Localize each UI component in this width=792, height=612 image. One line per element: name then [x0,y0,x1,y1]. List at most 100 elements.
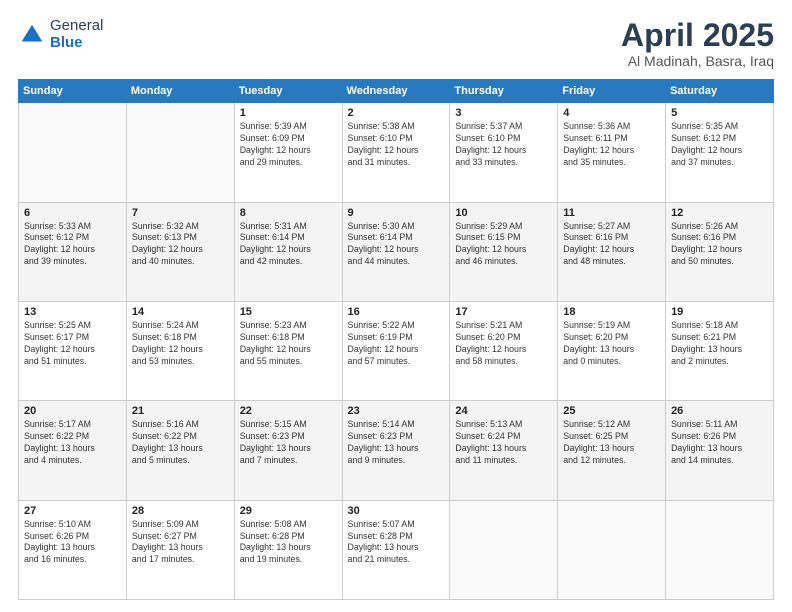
calendar-cell: 25 Sunrise: 5:12 AM Sunset: 6:25 PM Dayli… [558,401,666,500]
day-number: 16 [348,306,445,318]
day-detail: Sunrise: 5:24 AM Sunset: 6:18 PM Dayligh… [132,320,229,368]
day-detail: Sunrise: 5:27 AM Sunset: 6:16 PM Dayligh… [563,221,660,269]
calendar-cell: 24Sunrise: 5:13 AM Sunset: 6:24 PM Dayli… [450,401,558,500]
page: General Blue April 2025 Al Madinah, Basr… [0,0,792,612]
day-detail: Sunrise: 5:35 AM Sunset: 6:12 PM Dayligh… [671,121,768,169]
day-detail: Sunrise: 5:25 AM Sunset: 6:17 PM Dayligh… [24,320,121,368]
logo-text: General Blue [50,18,103,51]
day-detail: Sunrise: 5:19 AM Sunset: 6:20 PM Dayligh… [563,320,660,368]
calendar-cell: 27Sunrise: 5:10 AM Sunset: 6:26 PM Dayli… [19,500,127,599]
day-number: 23 [348,405,445,417]
calendar-cell: 9Sunrise: 5:30 AM Sunset: 6:14 PM Daylig… [342,202,450,301]
calendar-cell [450,500,558,599]
logo-icon [18,21,46,49]
calendar-cell: 22 Sunrise: 5:15 AM Sunset: 6:23 PM Dayli… [234,401,342,500]
day-detail: Sunrise: 5:26 AM Sunset: 6:16 PM Dayligh… [671,221,768,269]
header: General Blue April 2025 Al Madinah, Basr… [18,18,774,69]
day-detail: Sunrise: 5:15 AM Sunset: 6:23 PM Dayligh… [240,419,337,467]
day-number: 22 [240,405,337,417]
week-row-2: 6Sunrise: 5:33 AM Sunset: 6:12 PM Daylig… [19,202,774,301]
calendar-cell: 5 Sunrise: 5:35 AM Sunset: 6:12 PM Daylig… [666,103,774,202]
calendar-cell: 4Sunrise: 5:36 AM Sunset: 6:11 PM Daylig… [558,103,666,202]
calendar-cell: 6Sunrise: 5:33 AM Sunset: 6:12 PM Daylig… [19,202,127,301]
calendar-header: SundayMondayTuesdayWednesdayThursdayFrid… [19,80,774,103]
logo-general-text: General [50,18,103,35]
calendar-title: April 2025 [621,18,774,53]
calendar-cell: 26Sunrise: 5:11 AM Sunset: 6:26 PM Dayli… [666,401,774,500]
day-number: 11 [563,207,660,219]
day-detail: Sunrise: 5:22 AM Sunset: 6:19 PM Dayligh… [348,320,445,368]
logo: General Blue [18,18,103,51]
calendar-cell: 7 Sunrise: 5:32 AM Sunset: 6:13 PM Daylig… [126,202,234,301]
day-number: 19 [671,306,768,318]
day-detail: Sunrise: 5:30 AM Sunset: 6:14 PM Dayligh… [348,221,445,269]
calendar-cell: 17Sunrise: 5:21 AM Sunset: 6:20 PM Dayli… [450,301,558,400]
day-number: 3 [455,107,552,119]
day-number: 12 [671,207,768,219]
day-number: 13 [24,306,121,318]
day-detail: Sunrise: 5:09 AM Sunset: 6:27 PM Dayligh… [132,519,229,567]
col-header-wednesday: Wednesday [342,80,450,103]
day-detail: Sunrise: 5:18 AM Sunset: 6:21 PM Dayligh… [671,320,768,368]
day-number: 21 [132,405,229,417]
day-detail: Sunrise: 5:10 AM Sunset: 6:26 PM Dayligh… [24,519,121,567]
day-detail: Sunrise: 5:31 AM Sunset: 6:14 PM Dayligh… [240,221,337,269]
day-detail: Sunrise: 5:08 AM Sunset: 6:28 PM Dayligh… [240,519,337,567]
day-number: 2 [348,107,445,119]
day-detail: Sunrise: 5:13 AM Sunset: 6:24 PM Dayligh… [455,419,552,467]
day-detail: Sunrise: 5:33 AM Sunset: 6:12 PM Dayligh… [24,221,121,269]
calendar-cell: 29 Sunrise: 5:08 AM Sunset: 6:28 PM Dayli… [234,500,342,599]
day-number: 5 [671,107,768,119]
day-number: 14 [132,306,229,318]
calendar-cell: 3Sunrise: 5:37 AM Sunset: 6:10 PM Daylig… [450,103,558,202]
day-detail: Sunrise: 5:16 AM Sunset: 6:22 PM Dayligh… [132,419,229,467]
calendar-cell: 20Sunrise: 5:17 AM Sunset: 6:22 PM Dayli… [19,401,127,500]
calendar-cell: 30Sunrise: 5:07 AM Sunset: 6:28 PM Dayli… [342,500,450,599]
day-detail: Sunrise: 5:23 AM Sunset: 6:18 PM Dayligh… [240,320,337,368]
week-row-4: 20Sunrise: 5:17 AM Sunset: 6:22 PM Dayli… [19,401,774,500]
calendar-cell: 11 Sunrise: 5:27 AM Sunset: 6:16 PM Dayli… [558,202,666,301]
calendar-cell: 16 Sunrise: 5:22 AM Sunset: 6:19 PM Dayli… [342,301,450,400]
day-number: 4 [563,107,660,119]
calendar-cell: 2Sunrise: 5:38 AM Sunset: 6:10 PM Daylig… [342,103,450,202]
day-detail: Sunrise: 5:07 AM Sunset: 6:28 PM Dayligh… [348,519,445,567]
calendar-cell: 10 Sunrise: 5:29 AM Sunset: 6:15 PM Dayli… [450,202,558,301]
week-row-1: 1 Sunrise: 5:39 AM Sunset: 6:09 PM Daylig… [19,103,774,202]
day-detail: Sunrise: 5:39 AM Sunset: 6:09 PM Dayligh… [240,121,337,169]
day-detail: Sunrise: 5:29 AM Sunset: 6:15 PM Dayligh… [455,221,552,269]
day-number: 7 [132,207,229,219]
col-header-tuesday: Tuesday [234,80,342,103]
day-number: 25 [563,405,660,417]
day-number: 1 [240,107,337,119]
header-row: SundayMondayTuesdayWednesdayThursdayFrid… [19,80,774,103]
day-detail: Sunrise: 5:32 AM Sunset: 6:13 PM Dayligh… [132,221,229,269]
col-header-friday: Friday [558,80,666,103]
calendar-cell: 8 Sunrise: 5:31 AM Sunset: 6:14 PM Daylig… [234,202,342,301]
calendar-cell: 14 Sunrise: 5:24 AM Sunset: 6:18 PM Dayli… [126,301,234,400]
calendar-cell [558,500,666,599]
day-detail: Sunrise: 5:21 AM Sunset: 6:20 PM Dayligh… [455,320,552,368]
logo-blue-text: Blue [50,35,103,52]
col-header-thursday: Thursday [450,80,558,103]
day-detail: Sunrise: 5:11 AM Sunset: 6:26 PM Dayligh… [671,419,768,467]
day-number: 8 [240,207,337,219]
week-row-5: 27Sunrise: 5:10 AM Sunset: 6:26 PM Dayli… [19,500,774,599]
day-detail: Sunrise: 5:12 AM Sunset: 6:25 PM Dayligh… [563,419,660,467]
calendar-cell: 28Sunrise: 5:09 AM Sunset: 6:27 PM Dayli… [126,500,234,599]
calendar-cell [666,500,774,599]
day-number: 18 [563,306,660,318]
calendar-subtitle: Al Madinah, Basra, Iraq [621,53,774,69]
calendar-table: SundayMondayTuesdayWednesdayThursdayFrid… [18,79,774,600]
day-number: 15 [240,306,337,318]
col-header-monday: Monday [126,80,234,103]
day-number: 20 [24,405,121,417]
calendar-body: 1 Sunrise: 5:39 AM Sunset: 6:09 PM Daylig… [19,103,774,600]
calendar-cell [126,103,234,202]
calendar-cell: 18 Sunrise: 5:19 AM Sunset: 6:20 PM Dayli… [558,301,666,400]
calendar-cell: 15 Sunrise: 5:23 AM Sunset: 6:18 PM Dayli… [234,301,342,400]
calendar-cell: 1 Sunrise: 5:39 AM Sunset: 6:09 PM Daylig… [234,103,342,202]
day-number: 29 [240,505,337,517]
col-header-sunday: Sunday [19,80,127,103]
week-row-3: 13 Sunrise: 5:25 AM Sunset: 6:17 PM Dayli… [19,301,774,400]
day-number: 10 [455,207,552,219]
